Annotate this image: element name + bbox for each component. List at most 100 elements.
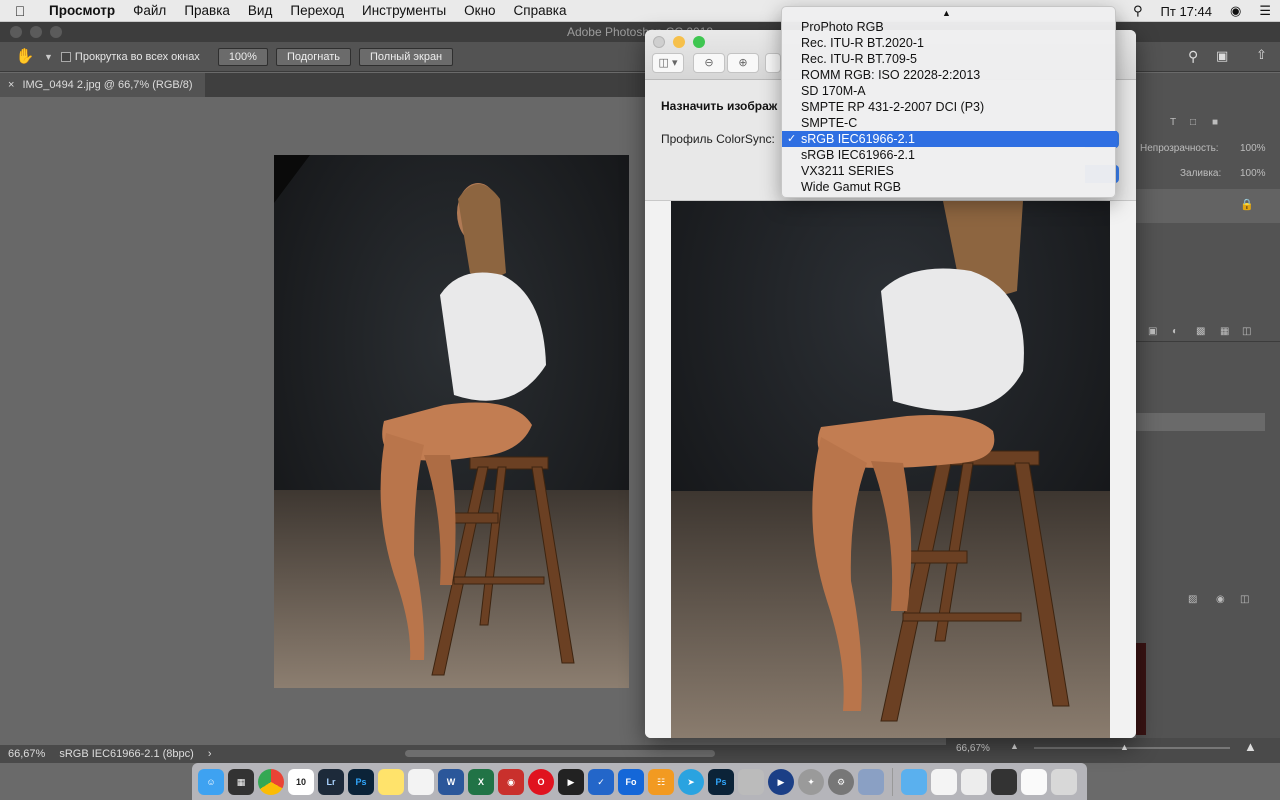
system-preferences-icon[interactable]: ⚙ (828, 768, 854, 795)
colorsync-option[interactable]: Rec. ITU-R BT.2020-1 (782, 35, 1117, 51)
colorsync-option[interactable]: SMPTE-C (782, 115, 1117, 131)
menu-file[interactable]: Файл (124, 0, 175, 22)
menu-help[interactable]: Справка (505, 0, 576, 22)
snapshot-icon[interactable]: ◉ (1216, 594, 1225, 605)
mask-icon[interactable]: ▣ (1148, 326, 1157, 337)
colorsync-option[interactable]: Wide Gamut RGB (782, 179, 1117, 195)
folder-icon[interactable] (901, 768, 927, 795)
tool-preset-chevron-icon[interactable]: ▼ (44, 52, 53, 62)
fit-screen-button[interactable]: Подогнать (275, 47, 352, 66)
share-icon[interactable]: ⇧ (1256, 47, 1267, 63)
navigator-thumbnail[interactable] (1136, 643, 1146, 735)
calendar-icon[interactable]: 10 (288, 768, 314, 795)
preview-photo[interactable] (671, 201, 1110, 738)
smartobj-filter-icon[interactable]: ■ (1212, 117, 1218, 128)
workspace-icon[interactable]: ▣ (1216, 48, 1228, 64)
zoom-out-mountain-icon[interactable]: ▲ (1010, 741, 1019, 751)
final-cut-icon[interactable]: ▶ (558, 768, 584, 795)
search-icon[interactable]: ⚲ (1188, 48, 1198, 65)
ps-zoom-button[interactable] (50, 26, 62, 38)
siri-icon[interactable]: ◉ (1221, 3, 1250, 19)
colorsync-option[interactable]: Rec. ITU-R BT.709-5 (782, 51, 1117, 67)
preview-minimize-button[interactable] (673, 36, 685, 48)
notification-center-icon[interactable]: ☰ (1250, 3, 1280, 19)
document-icon[interactable] (991, 768, 1017, 795)
colorsync-option[interactable]: VX3211 SERIES (782, 163, 1117, 179)
document-photo[interactable] (274, 155, 629, 688)
document-tab[interactable]: × IMG_0494 2.jpg @ 66,7% (RGB/8) (0, 73, 205, 97)
zoom-in-mountain-icon[interactable]: ▲ (1244, 739, 1257, 754)
colorsync-option[interactable]: ROMM RGB: ISO 22028-2:2013 (782, 67, 1117, 83)
fill-screen-button[interactable]: Полный экран (359, 47, 454, 66)
colorsync-option[interactable]: SMPTE RP 431-2-2007 DCI (P3) (782, 99, 1117, 115)
word-icon[interactable]: W (438, 768, 464, 795)
zoom-in-button[interactable]: ⊕ (727, 53, 759, 73)
launchpad-icon[interactable]: ✦ (798, 768, 824, 795)
menubar-clock[interactable]: Пт 17:44 (1152, 4, 1221, 19)
spotlight-icon[interactable]: ⚲ (1124, 3, 1152, 19)
horizontal-scrollbar[interactable] (405, 750, 715, 757)
layer-row-background[interactable]: 🔒 (1136, 189, 1280, 223)
history-trash-icon[interactable]: ◫ (1240, 594, 1249, 605)
history-row-selected[interactable] (1136, 413, 1265, 431)
checkbox-box[interactable] (60, 51, 71, 62)
preview-icon[interactable] (738, 768, 764, 795)
colorsync-option[interactable]: ✓ sRGB IEC61966-2.1 (782, 131, 1117, 147)
preview-zoom-button[interactable] (693, 36, 705, 48)
tasks-icon[interactable]: ✓ (588, 768, 614, 795)
apple-icon[interactable]:  (0, 3, 40, 19)
textedit-icon[interactable] (408, 768, 434, 795)
navigator-slider-thumb[interactable]: ▲ (1120, 742, 1129, 752)
hand-tool-icon[interactable]: ✋ (14, 46, 36, 68)
colorsync-option[interactable]: ProPhoto RGB (782, 19, 1117, 35)
scroll-up-arrow-icon[interactable]: ▲ (942, 8, 951, 18)
shape-filter-icon[interactable]: □ (1190, 117, 1196, 128)
colorsync-option[interactable]: sRGB IEC61966-2.1 (782, 147, 1117, 163)
adjustment-icon[interactable]: ◐ (1172, 326, 1178, 337)
photoshop-2-icon[interactable]: Ps (708, 768, 734, 795)
preview-close-button[interactable] (653, 36, 665, 48)
fotor-icon[interactable]: Fo (618, 768, 644, 795)
lightroom-icon[interactable]: Lr (318, 768, 344, 795)
menu-app-name[interactable]: Просмотр (40, 0, 124, 22)
colorsync-option[interactable]: SD 170M-A (782, 83, 1117, 99)
photoshop-icon[interactable]: Ps (348, 768, 374, 795)
status-zoom[interactable]: 66,67% (8, 745, 45, 763)
zoom-out-button[interactable]: ⊖ (693, 53, 725, 73)
notes-icon[interactable] (378, 768, 404, 795)
trash-icon[interactable]: ◫ (1242, 326, 1251, 337)
opera-icon[interactable]: O (528, 768, 554, 795)
photos-icon[interactable] (858, 768, 884, 795)
ps-canvas-area[interactable] (0, 97, 645, 745)
menu-tools[interactable]: Инструменты (353, 0, 455, 22)
status-profile[interactable]: sRGB IEC61966-2.1 (8bpc) (59, 745, 194, 763)
close-tab-icon[interactable]: × (8, 73, 14, 97)
navigator-zoom-value[interactable]: 66,67% (956, 743, 990, 754)
finder-icon[interactable]: ☺ (198, 768, 224, 795)
document-icon[interactable] (1021, 768, 1047, 795)
navigator-zoom-slider[interactable] (1034, 747, 1230, 749)
new-layer-icon[interactable]: ▦ (1220, 326, 1229, 337)
scroll-all-windows-checkbox[interactable]: Прокрутка во всех окнах (60, 51, 200, 63)
document-icon[interactable] (931, 768, 957, 795)
folder-icon[interactable]: ▩ (1196, 326, 1205, 337)
menu-go[interactable]: Переход (281, 0, 353, 22)
menu-edit[interactable]: Правка (175, 0, 239, 22)
document-icon[interactable] (961, 768, 987, 795)
books-icon[interactable]: ☷ (648, 768, 674, 795)
fill-value[interactable]: 100% (1240, 168, 1266, 179)
trash-icon[interactable] (1051, 768, 1077, 795)
ps-close-button[interactable] (10, 26, 22, 38)
quicktime-icon[interactable]: ▶ (768, 768, 794, 795)
status-chevron-icon[interactable]: › (208, 745, 212, 763)
chrome-icon[interactable] (258, 768, 284, 795)
new-doc-from-state-icon[interactable]: ▨ (1188, 594, 1197, 605)
text-filter-icon[interactable]: T (1170, 117, 1176, 128)
sidebar-toggle-button[interactable]: ◫ ▾ (652, 53, 684, 73)
menu-view[interactable]: Вид (239, 0, 281, 22)
screen-recorder-icon[interactable]: ◉ (498, 768, 524, 795)
share-button[interactable] (765, 53, 781, 73)
telegram-icon[interactable]: ➤ (678, 768, 704, 795)
excel-icon[interactable]: X (468, 768, 494, 795)
zoom-100-button[interactable]: 100% (217, 47, 268, 66)
